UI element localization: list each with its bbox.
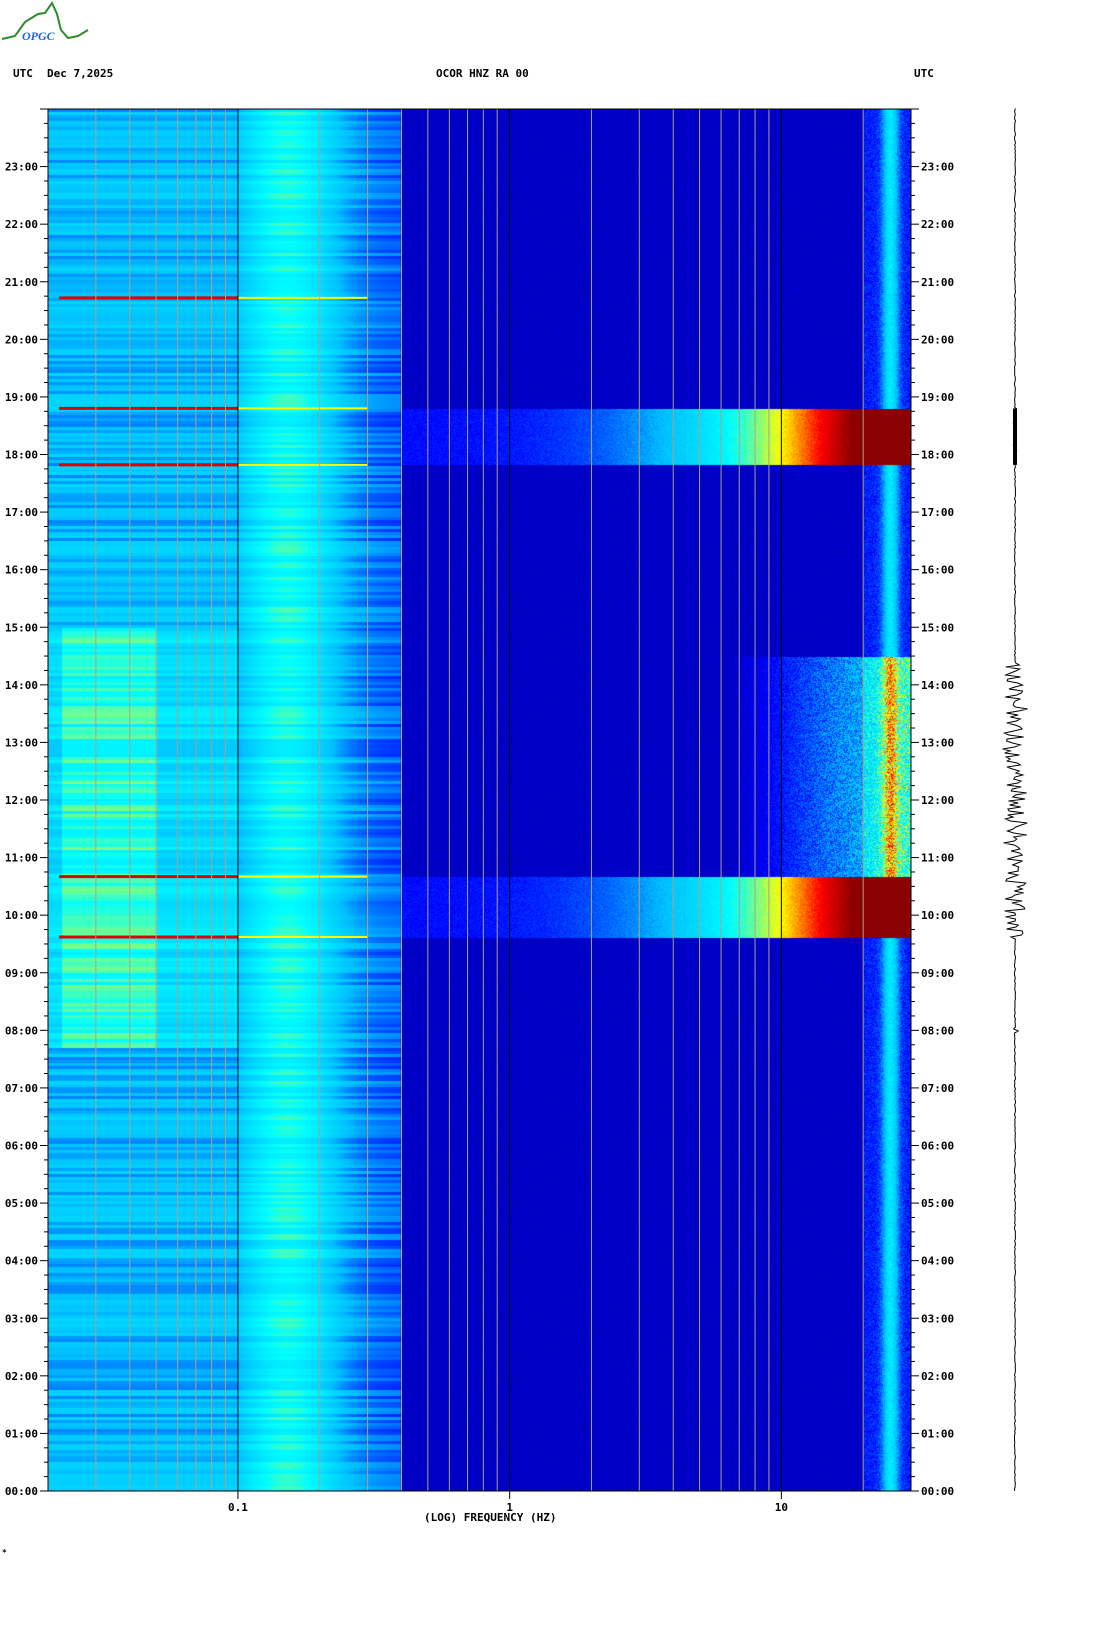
y-tick-label-left: 07:00 — [5, 1082, 38, 1095]
y-tick-label-left: 01:00 — [5, 1427, 38, 1440]
x-tick-label: 10 — [775, 1501, 788, 1514]
y-tick-label-left: 11:00 — [5, 852, 38, 865]
y-tick-label-left: 13:00 — [5, 736, 38, 749]
y-tick-label-left: 14:00 — [5, 679, 38, 692]
y-tick-label-left: 23:00 — [5, 161, 38, 174]
y-tick-label-left: 06:00 — [5, 1140, 38, 1153]
y-tick-label-left: 15:00 — [5, 621, 38, 634]
y-tick-label-right: 11:00 — [921, 852, 954, 865]
y-tick-label-left: 22:00 — [5, 218, 38, 231]
y-tick-label-left: 21:00 — [5, 276, 38, 289]
y-tick-label-right: 17:00 — [921, 506, 954, 519]
y-tick-label-right: 02:00 — [921, 1370, 954, 1383]
y-tick-label-right: 03:00 — [921, 1312, 954, 1325]
y-tick-label-left: 02:00 — [5, 1370, 38, 1383]
spectrogram-axes: 00:00 00:00 01:00 01:00 02:00 02:00 03:00 03:00… — [5, 108, 1028, 1514]
y-tick-label-right: 21:00 — [921, 276, 954, 289]
y-tick-label-right: 23:00 — [921, 161, 954, 174]
y-tick-label-right: 22:00 — [921, 218, 954, 231]
y-tick-label-left: 12:00 — [5, 794, 38, 807]
y-tick-label-right: 16:00 — [921, 564, 954, 577]
y-tick-label-left: 04:00 — [5, 1255, 38, 1268]
y-tick-label-right: 04:00 — [921, 1255, 954, 1268]
y-tick-label-right: 19:00 — [921, 391, 954, 404]
y-tick-label-right: 08:00 — [921, 1024, 954, 1037]
y-tick-label-right: 14:00 — [921, 679, 954, 692]
y-tick-label-left: 16:00 — [5, 564, 38, 577]
y-tick-label-right: 18:00 — [921, 449, 954, 462]
y-tick-label-right: 20:00 — [921, 333, 954, 346]
seismogram-trace — [1002, 108, 1028, 1492]
y-tick-label-left: 08:00 — [5, 1024, 38, 1037]
y-tick-label-right: 07:00 — [921, 1082, 954, 1095]
x-axis-label: (LOG) FREQUENCY (HZ) — [424, 1511, 557, 1524]
y-tick-label-left: 05:00 — [5, 1197, 38, 1210]
seismogram-event-block — [1013, 408, 1017, 465]
y-tick-label-left: 19:00 — [5, 391, 38, 404]
y-tick-label-right: 06:00 — [921, 1140, 954, 1153]
y-tick-label-left: 20:00 — [5, 333, 38, 346]
y-tick-label-right: 09:00 — [921, 967, 954, 980]
y-tick-label-left: 17:00 — [5, 506, 38, 519]
y-tick-label-right: 05:00 — [921, 1197, 954, 1210]
y-tick-label-right: 10:00 — [921, 909, 954, 922]
y-tick-label-right: 13:00 — [921, 736, 954, 749]
y-tick-label-left: 09:00 — [5, 967, 38, 980]
y-tick-label-left: 00:00 — [5, 1485, 38, 1498]
y-tick-label-left: 03:00 — [5, 1312, 38, 1325]
y-tick-label-right: 01:00 — [921, 1427, 954, 1440]
x-tick-label: 0.1 — [228, 1501, 248, 1514]
y-tick-label-left: 18:00 — [5, 449, 38, 462]
footer-mark: * — [2, 1548, 7, 1557]
y-tick-label-right: 15:00 — [921, 621, 954, 634]
y-tick-label-right: 12:00 — [921, 794, 954, 807]
y-tick-label-right: 00:00 — [921, 1485, 954, 1498]
y-tick-label-left: 10:00 — [5, 909, 38, 922]
